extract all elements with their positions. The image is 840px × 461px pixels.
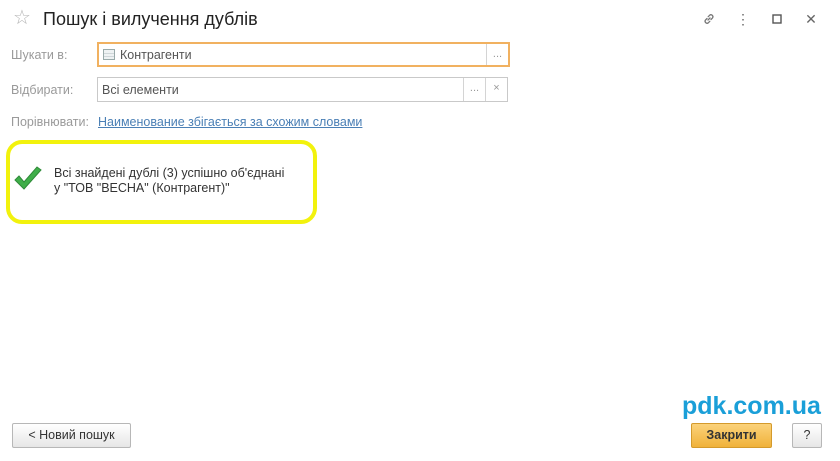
filter-clear-button[interactable]: × xyxy=(485,78,507,101)
search-in-field[interactable]: Контрагенти ... xyxy=(97,42,510,67)
compare-label: Порівнювати: xyxy=(11,115,89,129)
search-in-row: Шукати в: Контрагенти ... xyxy=(0,42,840,68)
checkmark-icon xyxy=(14,166,42,190)
close-button[interactable]: Закрити xyxy=(691,423,772,448)
filter-row: Відбирати: Всі елементи ... × xyxy=(0,77,840,103)
result-message-line1: Всі знайдені дублі (3) успішно об'єднані xyxy=(54,166,285,180)
favorite-star-icon[interactable]: ☆ xyxy=(13,8,31,28)
window-title: Пошук і вилучення дублів xyxy=(43,9,258,29)
search-in-label: Шукати в: xyxy=(11,48,68,62)
filter-field[interactable]: Всі елементи ... × xyxy=(97,77,508,102)
close-icon[interactable]: ✕ xyxy=(794,9,828,29)
result-message: Всі знайдені дублі (3) успішно об'єднані… xyxy=(54,166,284,196)
link-icon[interactable] xyxy=(692,9,726,29)
new-search-button[interactable]: < Новий пошук xyxy=(12,423,131,448)
help-button[interactable]: ? xyxy=(792,423,822,448)
catalog-icon xyxy=(103,49,115,60)
filter-value: Всі елементи xyxy=(102,83,179,97)
filter-label: Відбирати: xyxy=(11,83,74,97)
watermark: pdk.com.ua xyxy=(682,392,821,420)
maximize-icon[interactable] xyxy=(760,9,794,29)
search-in-select-button[interactable]: ... xyxy=(486,44,508,65)
title-bar: ☆ Пошук і вилучення дублів ⋮ ✕ xyxy=(0,0,840,38)
compare-criteria-link[interactable]: Наименование збігається за схожим словам… xyxy=(98,115,362,129)
more-menu-icon[interactable]: ⋮ xyxy=(726,9,760,29)
result-message-line2: у "ТОВ "ВЕСНА" (Контрагент)" xyxy=(54,181,230,195)
compare-row: Порівнювати: Наименование збігається за … xyxy=(0,109,840,135)
filter-select-button[interactable]: ... xyxy=(463,78,485,101)
window-controls: ⋮ ✕ xyxy=(692,9,828,29)
search-in-value: Контрагенти xyxy=(103,48,192,62)
